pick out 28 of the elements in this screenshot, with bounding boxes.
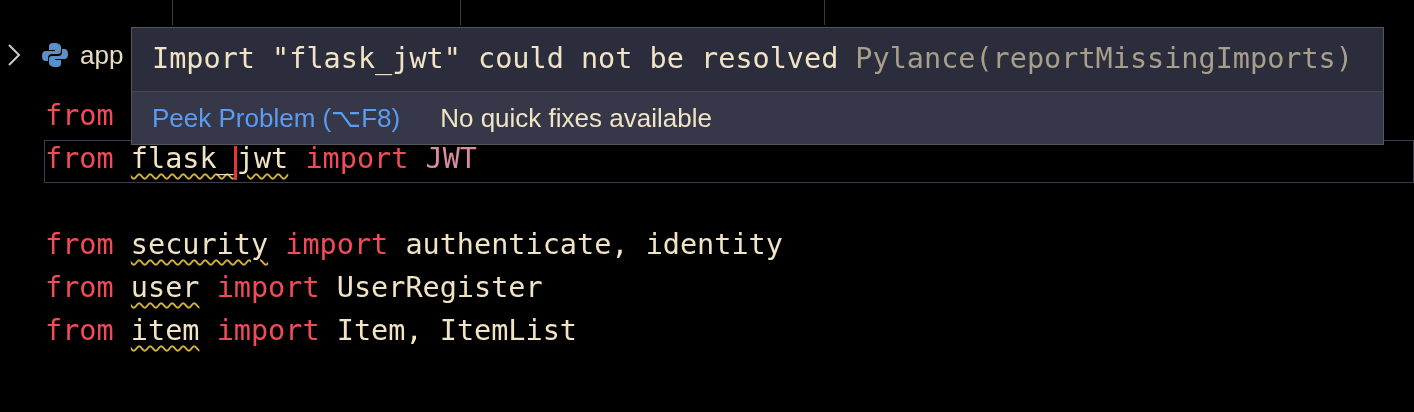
code-token: from bbox=[45, 273, 114, 306]
code-token: identity bbox=[645, 230, 783, 263]
code-token: from bbox=[45, 316, 114, 349]
error-source: Pylance(reportMissingImports) bbox=[855, 41, 1353, 78]
breadcrumb-item[interactable]: app bbox=[80, 35, 124, 75]
text-cursor bbox=[233, 146, 237, 180]
error-message: Import "flask_jwt" could not be resolved bbox=[152, 41, 839, 78]
code-token: from bbox=[45, 230, 114, 263]
quick-fix-note: No quick fixes available bbox=[440, 101, 712, 135]
python-file-icon bbox=[42, 42, 68, 68]
code-token: UserRegister bbox=[336, 273, 543, 306]
chevron-icon[interactable] bbox=[6, 42, 22, 68]
code-token: ItemList bbox=[439, 316, 577, 349]
code-token: jwt bbox=[236, 144, 289, 177]
code-token: import bbox=[285, 230, 389, 263]
code-token: JWT bbox=[425, 144, 478, 177]
code-token: from bbox=[45, 101, 114, 134]
code-token: flask_ bbox=[130, 144, 234, 177]
code-token: Item, bbox=[336, 316, 423, 349]
code-token: from bbox=[45, 144, 114, 177]
peek-problem-link[interactable]: Peek Problem (⌥F8) bbox=[152, 98, 401, 138]
code-token: import bbox=[216, 273, 320, 306]
code-token: security bbox=[130, 230, 269, 263]
code-token: authenticate, bbox=[405, 230, 629, 263]
code-token: user bbox=[130, 273, 200, 306]
code-token: import bbox=[305, 144, 409, 177]
code-token: import bbox=[216, 316, 320, 349]
code-token: item bbox=[130, 316, 200, 349]
